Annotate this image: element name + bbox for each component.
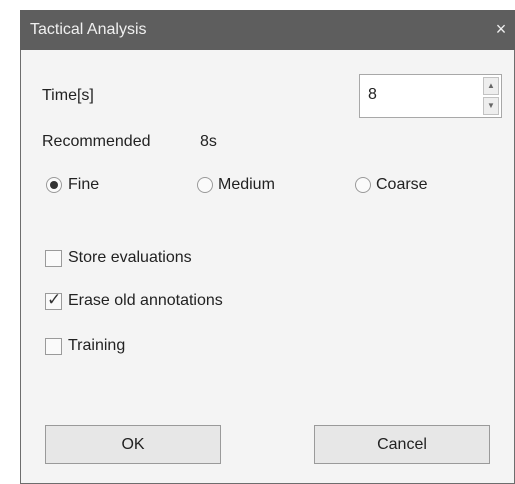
store-evaluations-checkbox[interactable] (45, 250, 62, 267)
radio-fine[interactable] (46, 177, 62, 193)
radio-coarse-label[interactable]: Coarse (376, 176, 428, 194)
time-value[interactable]: 8 (368, 86, 377, 104)
tactical-analysis-dialog: Tactical Analysis × Time[s] 8 ▲ ▼ Recomm… (20, 10, 515, 484)
training-checkbox[interactable] (45, 338, 62, 355)
radio-medium-label[interactable]: Medium (218, 176, 275, 194)
close-icon[interactable]: × (491, 19, 511, 39)
cancel-button[interactable]: Cancel (314, 425, 490, 464)
ok-button[interactable]: OK (45, 425, 221, 464)
time-label: Time[s] (42, 87, 94, 104)
window-title: Tactical Analysis (30, 21, 147, 38)
store-evaluations-label[interactable]: Store evaluations (68, 249, 192, 267)
recommended-value: 8s (200, 133, 217, 150)
title-bar: Tactical Analysis × (20, 10, 515, 50)
erase-old-annotations-checkbox[interactable]: ✓ (45, 290, 62, 310)
erase-old-annotations-label[interactable]: Erase old annotations (68, 292, 223, 310)
radio-medium[interactable] (197, 177, 213, 193)
radio-fine-label[interactable]: Fine (68, 176, 99, 194)
training-label[interactable]: Training (68, 337, 125, 355)
recommended-label: Recommended (42, 133, 151, 150)
time-spinbox[interactable]: 8 ▲ ▼ (359, 74, 502, 118)
down-arrow-icon[interactable]: ▼ (483, 97, 499, 115)
up-arrow-icon[interactable]: ▲ (483, 77, 499, 95)
checkmark-icon: ✓ (47, 290, 62, 309)
radio-coarse[interactable] (355, 177, 371, 193)
